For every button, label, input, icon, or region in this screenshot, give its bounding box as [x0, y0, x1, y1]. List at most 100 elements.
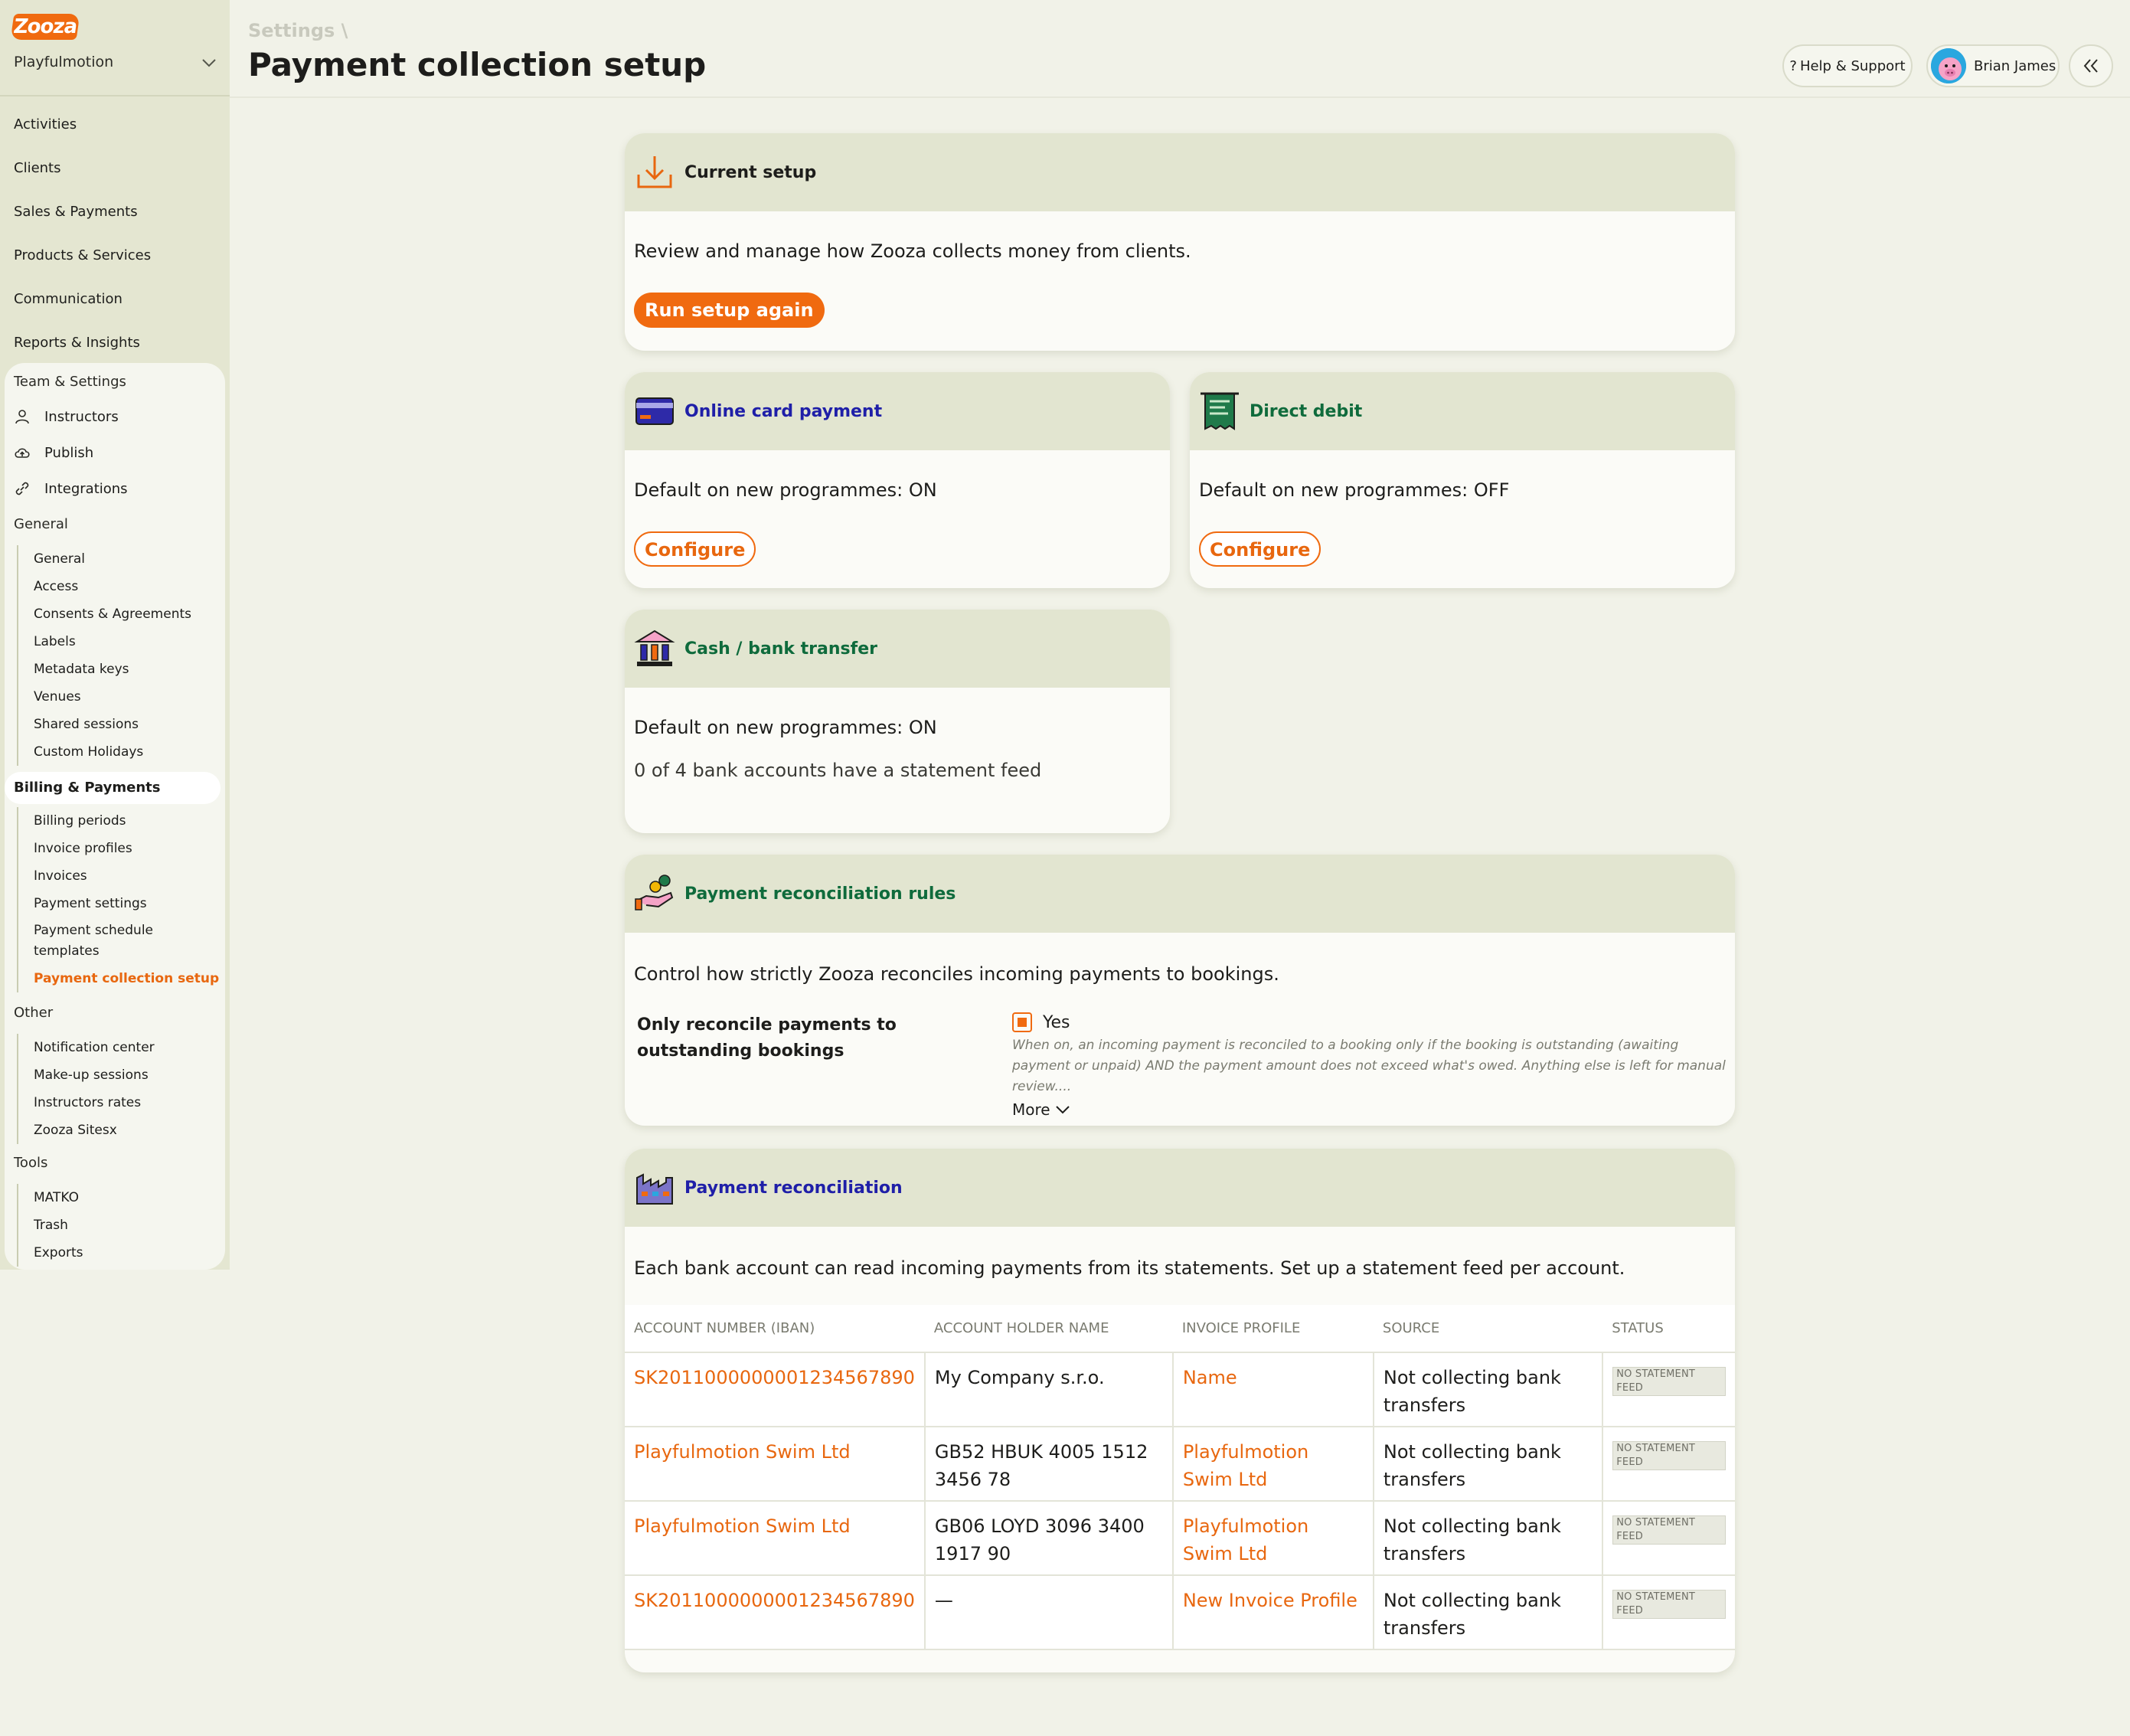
download-icon — [637, 156, 672, 188]
account-holder: GB52 HBUK 4005 1512 3456 78 — [923, 1427, 1173, 1502]
account-link[interactable]: Playfulmotion Swim Ltd — [625, 1427, 925, 1502]
cash-bank-feed-count: 0 of 4 bank accounts have a statement fe… — [634, 760, 1042, 781]
nav-communication[interactable]: Communication — [0, 277, 230, 321]
rule-label: Only reconcile payments to outstanding b… — [637, 1015, 897, 1061]
column-header: ACCOUNT HOLDER NAME — [924, 1305, 1173, 1353]
online-card-payment-title: Online card payment — [684, 401, 883, 421]
avatar — [1931, 48, 1966, 83]
org-switcher[interactable]: Zooza Playfulmotion — [0, 0, 230, 96]
account-link[interactable]: Playfulmotion Swim Ltd — [625, 1501, 925, 1576]
collapse-sidebar-button[interactable] — [2069, 44, 2113, 87]
nav-products-services[interactable]: Products & Services — [0, 234, 230, 277]
sidebar-item-label: Integrations — [44, 480, 128, 497]
run-setup-again-button[interactable]: Run setup again — [634, 293, 825, 328]
column-header: SOURCE — [1373, 1305, 1603, 1353]
sidebar-item-payment-settings[interactable]: Payment settings — [34, 890, 219, 917]
sidebar-item-billing-payments[interactable]: Billing & Payments — [5, 772, 221, 804]
factory-icon — [636, 1173, 673, 1205]
header-divider — [230, 96, 2130, 98]
pig-avatar-icon — [1931, 48, 1966, 83]
status-badge: NO STATEMENT FEED — [1612, 1441, 1726, 1470]
payment-reconciliation-title: Payment reconciliation — [684, 1178, 903, 1198]
sidebar-item-trash[interactable]: Trash — [34, 1211, 83, 1239]
table-header-row: ACCOUNT NUMBER (IBAN) ACCOUNT HOLDER NAM… — [625, 1305, 1735, 1353]
reconcile-outstanding-toggle[interactable]: Yes — [1012, 1012, 1727, 1032]
sidebar-item-labels[interactable]: Labels — [34, 628, 191, 655]
table-row: SK2011000000001234567890 My Company s.r.… — [625, 1352, 1735, 1427]
online-card-configure-button[interactable]: Configure — [634, 531, 756, 567]
payment-reconciliation-description: Each bank account can read incoming paym… — [634, 1257, 1625, 1279]
breadcrumb[interactable]: Settings \ — [248, 20, 348, 41]
sidebar-item-billing-periods[interactable]: Billing periods — [34, 807, 219, 835]
current-setup-card: Current setup Review and manage how Zooz… — [625, 133, 1735, 351]
online-card-payment-card: Online card payment Default on new progr… — [625, 372, 1170, 588]
current-setup-title: Current setup — [684, 162, 817, 182]
cloud-upload-icon — [15, 448, 30, 458]
nav-activities[interactable]: Activities — [0, 103, 230, 146]
help-label: Help & Support — [1799, 57, 1906, 74]
sidebar-item-venues[interactable]: Venues — [34, 683, 191, 711]
tools-group: MATKO Trash Exports — [17, 1184, 83, 1267]
user-name: Brian James — [1974, 57, 2056, 74]
sidebar-item-exports[interactable]: Exports — [34, 1239, 83, 1267]
sidebar-item-zooza-sitesx[interactable]: Zooza Sitesx — [34, 1116, 155, 1144]
nav-reports-insights[interactable]: Reports & Insights — [0, 321, 230, 365]
section-general-heading: General — [14, 516, 68, 532]
sidebar-item-metadata-keys[interactable]: Metadata keys — [34, 655, 191, 683]
user-menu-button[interactable]: Brian James — [1926, 44, 2060, 87]
sidebar-item-payment-schedule-templates[interactable]: Payment schedule templates — [34, 917, 194, 965]
billing-group: Billing periods Invoice profiles Invoice… — [17, 807, 219, 992]
question-icon: ? — [1789, 57, 1797, 74]
reconcile-outstanding-checkbox[interactable] — [1012, 1012, 1032, 1032]
table-row: SK2011000000001234567890 — New Invoice P… — [625, 1575, 1735, 1650]
help-support-button[interactable]: ? Help & Support — [1782, 44, 1913, 87]
account-holder: My Company s.r.o. — [923, 1352, 1173, 1427]
account-holder: GB06 LOYD 3096 3400 1917 90 — [923, 1501, 1173, 1576]
org-name: Playfulmotion — [14, 54, 114, 70]
sidebar-item-instructors-rates[interactable]: Instructors rates — [34, 1089, 155, 1116]
sidebar-item-make-up-sessions[interactable]: Make-up sessions — [34, 1061, 155, 1089]
sidebar-item-label: Publish — [44, 444, 94, 461]
direct-debit-configure-button[interactable]: Configure — [1199, 531, 1321, 567]
sidebar-item-publish[interactable]: Publish — [14, 437, 93, 468]
invoice-profile-link[interactable]: Playfulmotion Swim Ltd — [1171, 1427, 1374, 1502]
sidebar-item-consents[interactable]: Consents & Agreements — [34, 600, 191, 628]
account-link[interactable]: SK2011000000001234567890 — [625, 1352, 925, 1427]
direct-debit-status: Default on new programmes: OFF — [1199, 479, 1510, 501]
other-group: Notification center Make-up sessions Ins… — [17, 1034, 155, 1144]
sidebar-item-shared-sessions[interactable]: Shared sessions — [34, 711, 191, 738]
table-row: Playfulmotion Swim Ltd GB52 HBUK 4005 15… — [625, 1427, 1735, 1502]
zooza-logo: Zooza — [10, 14, 80, 40]
sidebar-item-matko[interactable]: MATKO — [34, 1184, 83, 1211]
invoice-profile-link[interactable]: New Invoice Profile — [1171, 1575, 1374, 1650]
nav-clients[interactable]: Clients — [0, 146, 230, 190]
column-header: ACCOUNT NUMBER (IBAN) — [625, 1305, 925, 1353]
account-link[interactable]: SK2011000000001234567890 — [625, 1575, 925, 1650]
column-header: INVOICE PROFILE — [1172, 1305, 1374, 1353]
sidebar-item-instructors[interactable]: Instructors — [14, 401, 119, 432]
general-group: General Access Consents & Agreements Lab… — [17, 545, 191, 766]
status-badge: NO STATEMENT FEED — [1612, 1515, 1726, 1545]
account-holder: — — [923, 1575, 1173, 1650]
sidebar-item-notification-center[interactable]: Notification center — [34, 1034, 155, 1061]
reconciliation-rules-card: Payment reconciliation rules Control how… — [625, 855, 1735, 1126]
nav-sales-payments[interactable]: Sales & Payments — [0, 190, 230, 234]
link-icon — [15, 482, 29, 495]
sidebar-item-invoice-profiles[interactable]: Invoice profiles — [34, 835, 219, 862]
section-tools-heading: Tools — [14, 1155, 48, 1171]
more-toggle[interactable]: More — [1012, 1100, 1727, 1119]
direct-debit-card: Direct debit Default on new programmes: … — [1190, 372, 1735, 588]
sidebar-item-invoices[interactable]: Invoices — [34, 862, 219, 890]
sidebar-item-label: Instructors — [44, 408, 119, 425]
sidebar-item-access[interactable]: Access — [34, 573, 191, 600]
rule-help-text: When on, an incoming payment is reconcil… — [1012, 1038, 1726, 1094]
sidebar-item-custom-holidays[interactable]: Custom Holidays — [34, 738, 191, 766]
nav-team-settings[interactable]: Team & Settings — [14, 374, 126, 390]
sidebar-item-integrations[interactable]: Integrations — [14, 473, 128, 504]
chevron-down-icon — [202, 59, 216, 67]
settings-panel: Team & Settings Instructors Publish Inte… — [5, 363, 225, 1270]
sidebar-item-general[interactable]: General — [34, 545, 191, 573]
sidebar-item-payment-collection-setup[interactable]: Payment collection setup — [34, 965, 219, 992]
invoice-profile-link[interactable]: Name — [1171, 1352, 1374, 1427]
invoice-profile-link[interactable]: Playfulmotion Swim Ltd — [1171, 1501, 1374, 1576]
